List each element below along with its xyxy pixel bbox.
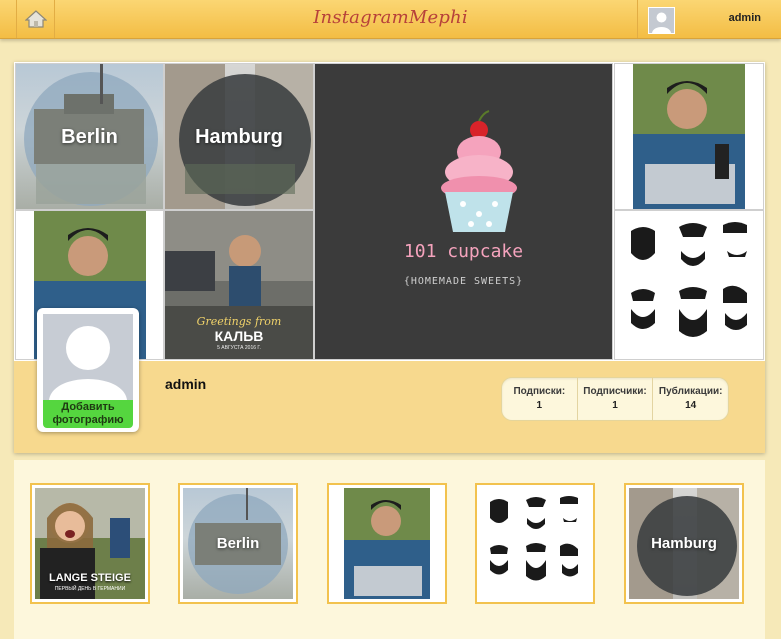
stat-following[interactable]: Подписки: 1 xyxy=(502,378,578,420)
profile-avatar xyxy=(43,314,133,400)
mosaic-tile-hamburg: Hamburg xyxy=(164,63,314,210)
user-silhouette-icon xyxy=(49,326,127,400)
user-menu[interactable]: admin xyxy=(637,0,781,38)
post-5-label: Hamburg xyxy=(651,535,717,552)
post-thumbnail-1[interactable]: LANGE STEIGE ПЕРВЫЙ ДЕНЬ В ГЕРМАНИИ xyxy=(30,483,150,604)
beards-illustration xyxy=(631,222,747,337)
posts-grid: LANGE STEIGE ПЕРВЫЙ ДЕНЬ В ГЕРМАНИИ Berl… xyxy=(14,460,765,639)
mosaic-tile-berlin: Berlin xyxy=(15,63,164,210)
cupcake-icon xyxy=(441,110,517,232)
mosaic-tile-beards xyxy=(614,210,764,360)
stat-followers[interactable]: Подписчики: 1 xyxy=(578,378,654,420)
cupcake-title: 101 cupcake xyxy=(403,241,524,262)
mosaic-tile-kalw: Greetings from КАЛЬВ 5 АВГУСТА 2016 Г. xyxy=(164,210,314,360)
mosaic-tile-photo-eating xyxy=(614,63,764,210)
top-bar: InstagramMephi admin xyxy=(0,0,781,39)
post-1-caption: LANGE STEIGE xyxy=(49,572,131,584)
post-thumbnail-2[interactable]: Berlin xyxy=(178,483,298,604)
kalw-caption-small: 5 АВГУСТА 2016 Г. xyxy=(217,345,261,351)
profile-avatar-box: Добавить фотографию xyxy=(37,308,139,432)
post-1-caption-sub: ПЕРВЫЙ ДЕНЬ В ГЕРМАНИИ xyxy=(54,586,126,592)
tile-label-hamburg: Hamburg xyxy=(195,126,283,148)
tile-label-berlin: Berlin xyxy=(61,126,118,148)
post-2-label: Berlin xyxy=(216,535,260,552)
profile-name: admin xyxy=(165,376,207,392)
profile-card: Berlin Hamburg 101 cupcake {HOMEMADE SWE… xyxy=(14,62,765,453)
cupcake-subtitle: {HOMEMADE SWEETS} xyxy=(403,276,524,287)
user-silhouette-icon[interactable] xyxy=(648,7,675,34)
mosaic-tile-cupcake: 101 cupcake {HOMEMADE SWEETS} xyxy=(314,63,613,360)
kalw-caption-top: Greetings from xyxy=(196,315,282,328)
stat-following-value: 1 xyxy=(536,400,543,411)
header-username[interactable]: admin xyxy=(729,12,761,24)
stat-posts[interactable]: Публикации: 14 xyxy=(653,378,728,420)
stat-following-label: Подписки: xyxy=(513,386,566,397)
post-thumbnail-3[interactable] xyxy=(327,483,447,604)
stat-followers-value: 1 xyxy=(612,400,618,411)
profile-stats: Подписки: 1 Подписчики: 1 Публикации: 14 xyxy=(501,377,729,421)
post-thumbnail-4[interactable] xyxy=(475,483,595,604)
stat-followers-label: Подписчики: xyxy=(583,386,647,397)
post-thumbnail-5[interactable]: Hamburg xyxy=(624,483,744,604)
kalw-caption-main: КАЛЬВ xyxy=(214,328,264,344)
add-photo-button[interactable]: Добавить фотографию xyxy=(43,400,133,428)
stat-posts-value: 14 xyxy=(685,400,697,411)
stat-posts-label: Публикации: xyxy=(658,386,723,397)
